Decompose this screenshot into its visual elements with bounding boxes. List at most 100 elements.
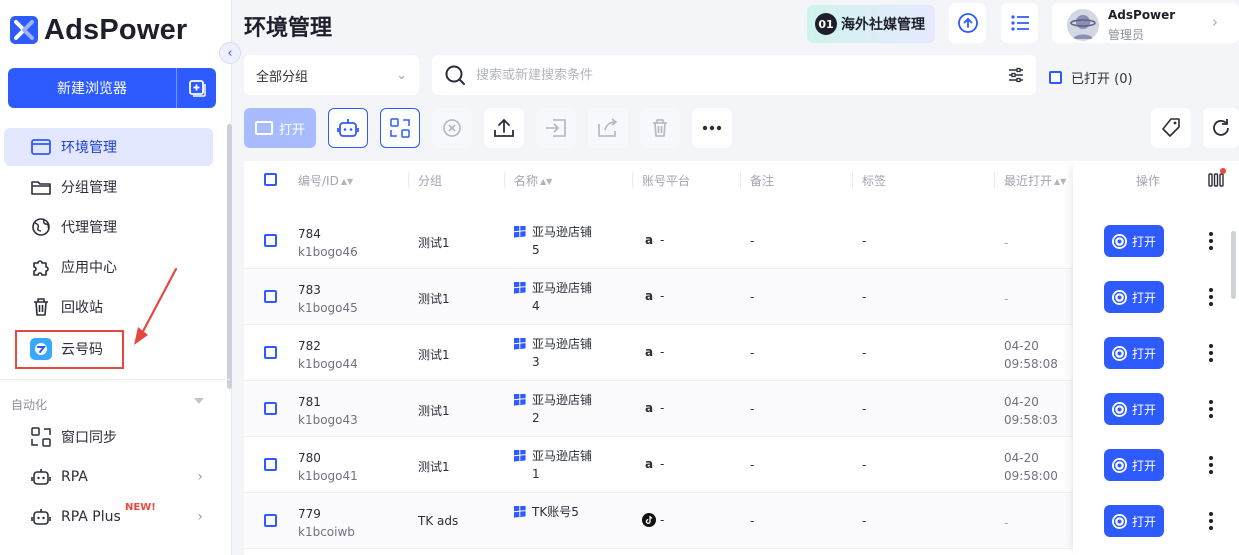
- amazon-icon: a: [644, 457, 654, 471]
- more-vertical-icon[interactable]: [1208, 400, 1214, 418]
- profile-name: 亚马逊店铺: [532, 449, 593, 463]
- refresh-button[interactable]: [1203, 108, 1239, 148]
- row-checkbox[interactable]: [264, 346, 277, 359]
- open-profile-label: 打开: [1131, 402, 1156, 417]
- user-name: AdsPower: [1108, 8, 1176, 22]
- sidebar-item-window-sync[interactable]: 窗口同步: [4, 418, 213, 456]
- row-checkbox[interactable]: [264, 290, 277, 303]
- quick-add-button[interactable]: [176, 68, 216, 108]
- row-checkbox[interactable]: [264, 458, 277, 471]
- sync-upload-button[interactable]: [949, 3, 986, 43]
- row-checkbox[interactable]: [264, 514, 277, 527]
- section-collapse-caret-icon[interactable]: [194, 398, 204, 404]
- table-scrollbar[interactable]: [1231, 231, 1236, 299]
- list-icon: [1010, 15, 1029, 31]
- new-browser-button[interactable]: 新建浏览器: [8, 68, 216, 108]
- name-cell: TK账号5: [514, 503, 579, 521]
- col-header-platform: 账号平台: [632, 172, 690, 189]
- windows-icon: [514, 226, 526, 259]
- share-button[interactable]: [588, 108, 628, 148]
- app-logo: AdsPower: [10, 13, 187, 47]
- new-browser-label[interactable]: 新建浏览器: [8, 68, 176, 108]
- profile-id-cell: 782 k1bogo44: [298, 337, 358, 373]
- delete-button[interactable]: [640, 108, 680, 148]
- profile-name-suffix: 5: [532, 243, 540, 257]
- close-browser-button[interactable]: [432, 108, 472, 148]
- sidebar-item-label: 窗口同步: [61, 430, 117, 446]
- sidebar-item-trash[interactable]: 回收站: [4, 288, 213, 326]
- note-cell: -: [750, 402, 755, 416]
- chevron-right-icon: ›: [1212, 13, 1218, 31]
- open-profile-button[interactable]: 打开: [1104, 449, 1164, 481]
- sidebar: AdsPower 新建浏览器 环境管理 分组管理 代理管理 应用中心 回收站 云…: [0, 0, 232, 555]
- amazon-icon: a: [644, 289, 654, 303]
- search-input[interactable]: [476, 65, 976, 85]
- tag-button[interactable]: [1151, 108, 1191, 148]
- more-vertical-icon[interactable]: [1208, 512, 1214, 530]
- more-vertical-icon[interactable]: [1208, 288, 1214, 306]
- last-open-cell: 04-20 09:58:08: [1004, 337, 1058, 373]
- profile-id-cell: 781 k1bogo43: [298, 393, 358, 429]
- page-title: 环境管理: [244, 16, 333, 41]
- select-all-checkbox[interactable]: [264, 173, 277, 186]
- search-bar[interactable]: [432, 55, 1036, 95]
- window-sync-button[interactable]: [380, 108, 420, 148]
- open-selected-button[interactable]: 打开: [244, 108, 316, 148]
- sidebar-item-rpa[interactable]: RPA ›: [4, 458, 213, 496]
- open-profile-label: 打开: [1131, 458, 1156, 473]
- more-vertical-icon[interactable]: [1208, 456, 1214, 474]
- name-cell: 亚马逊店铺 3: [514, 335, 592, 371]
- name-cell: 亚马逊店铺 2: [514, 391, 592, 427]
- opened-checkbox[interactable]: [1049, 71, 1062, 84]
- social-media-promo-button[interactable]: 01 海外社媒管理: [807, 5, 935, 43]
- more-actions-button[interactable]: [692, 108, 732, 148]
- filter-settings-icon[interactable]: [1008, 67, 1024, 83]
- user-menu[interactable]: AdsPower 管理员 ›: [1052, 3, 1239, 43]
- platform-cell: a-: [642, 401, 664, 415]
- export-button[interactable]: [484, 108, 524, 148]
- folder-icon: [30, 176, 52, 198]
- last-open-date: 04-20: [1004, 395, 1039, 409]
- column-settings-icon[interactable]: [1208, 172, 1224, 188]
- sidebar-item-env[interactable]: 环境管理: [4, 128, 213, 166]
- profile-id-cell: 780 k1bogo41: [298, 449, 358, 485]
- sidebar-item-label: 应用中心: [61, 260, 117, 276]
- open-profile-button[interactable]: 打开: [1104, 225, 1164, 257]
- row-checkbox[interactable]: [264, 402, 277, 415]
- trash-icon: [653, 119, 667, 137]
- open-profile-button[interactable]: 打开: [1104, 393, 1164, 425]
- sidebar-item-groups[interactable]: 分组管理: [4, 168, 213, 206]
- move-group-button[interactable]: [536, 108, 576, 148]
- group-cell: 测试1: [418, 348, 450, 362]
- profile-id: k1bogo41: [298, 469, 358, 483]
- name-cell: 亚马逊店铺 1: [514, 447, 592, 483]
- sidebar-item-apps[interactable]: 应用中心: [4, 248, 213, 286]
- more-vertical-icon[interactable]: [1208, 232, 1214, 250]
- row-checkbox[interactable]: [264, 234, 277, 247]
- group-cell: TK ads: [418, 514, 459, 528]
- collapse-sidebar-button[interactable]: ‹: [219, 42, 241, 64]
- tag-icon: [1162, 118, 1180, 137]
- profile-number: 784: [298, 227, 321, 241]
- group-cell: 测试1: [418, 404, 450, 418]
- open-profile-button[interactable]: 打开: [1104, 337, 1164, 369]
- rpa-button[interactable]: [328, 108, 368, 148]
- chrome-icon: [1111, 345, 1127, 361]
- sidebar-item-proxy[interactable]: 代理管理: [4, 208, 213, 246]
- open-profile-button[interactable]: 打开: [1104, 505, 1164, 537]
- open-profile-button[interactable]: 打开: [1104, 281, 1164, 313]
- platform-text: -: [660, 401, 665, 415]
- col-header-id[interactable]: 编号/ID ▲▼: [298, 172, 353, 189]
- group-select[interactable]: 全部分组 ⌄: [244, 55, 419, 95]
- task-list-button[interactable]: [1001, 3, 1038, 43]
- last-open-cell: 04-20 09:58:00: [1004, 449, 1058, 485]
- more-vertical-icon[interactable]: [1208, 344, 1214, 362]
- col-header-name[interactable]: 名称 ▲▼: [504, 172, 552, 189]
- sidebar-scrollbar[interactable]: [227, 124, 232, 389]
- sidebar-item-rpa-plus[interactable]: RPA Plus ›: [4, 498, 213, 536]
- col-header-last-open[interactable]: 最近打开 ▲▼: [994, 172, 1066, 189]
- profile-id: k1bogo46: [298, 245, 358, 259]
- platform-cell: a-: [642, 345, 664, 359]
- opened-filter[interactable]: 已打开 (0): [1049, 68, 1133, 87]
- chevron-right-icon: ›: [197, 469, 203, 485]
